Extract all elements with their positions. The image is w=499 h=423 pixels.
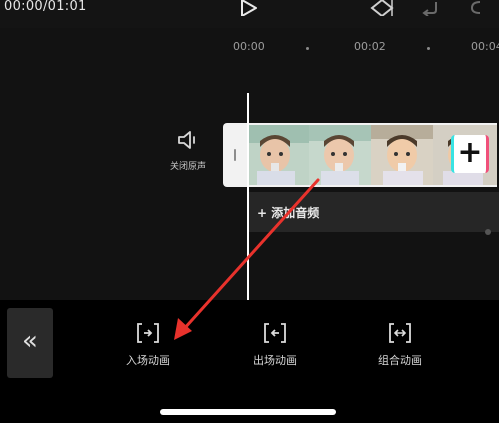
combo-animation-label: 组合动画 — [378, 354, 422, 367]
enter-animation-icon — [137, 323, 159, 343]
ruler-mark: 00:04 — [471, 40, 499, 53]
combo-animation-button[interactable]: 组合动画 — [365, 322, 435, 372]
mute-label: 关闭原声 — [169, 162, 206, 172]
clip-trim-handle[interactable] — [223, 123, 247, 187]
exit-animation-label: 出场动画 — [253, 354, 297, 367]
add-audio-track[interactable]: + 添加音频 — [247, 192, 499, 235]
play-icon[interactable] — [238, 0, 260, 16]
exit-animation-button[interactable]: 出场动画 — [240, 322, 310, 372]
ruler-mark: 00:02 — [354, 40, 386, 53]
redo-icon[interactable] — [466, 0, 486, 16]
back-button[interactable]: « — [7, 308, 53, 378]
enter-animation-label: 入场动画 — [126, 354, 170, 367]
add-audio-label: + 添加音频 — [257, 206, 320, 220]
clip-frame-thumbnail — [247, 125, 309, 185]
combo-animation-icon — [389, 323, 411, 343]
clip-frame-thumbnail — [371, 125, 433, 185]
ruler-mark: 00:00 — [233, 40, 265, 53]
top-bar: 00:00/01:01 — [0, 0, 499, 28]
speaker-icon — [178, 131, 195, 149]
undo-icon[interactable] — [420, 0, 440, 16]
enter-animation-button[interactable]: 入场动画 — [113, 322, 183, 372]
grip-mark — [234, 149, 236, 161]
ruler-dot — [427, 47, 430, 50]
clip-frame-thumbnail — [309, 125, 371, 185]
time-ruler[interactable]: 00:00 00:02 00:04 — [0, 34, 499, 58]
ruler-dot — [306, 47, 309, 50]
timecode: 00:00/01:01 — [4, 0, 87, 14]
exit-animation-icon — [264, 323, 286, 343]
add-clip-button[interactable]: + — [451, 135, 489, 173]
keyframe-diamond-icon[interactable] — [370, 0, 394, 16]
playhead[interactable] — [247, 93, 249, 303]
mute-original-sound-button[interactable]: 关闭原声 — [160, 130, 216, 178]
home-indicator[interactable] — [160, 409, 336, 415]
track-dot — [485, 229, 491, 235]
